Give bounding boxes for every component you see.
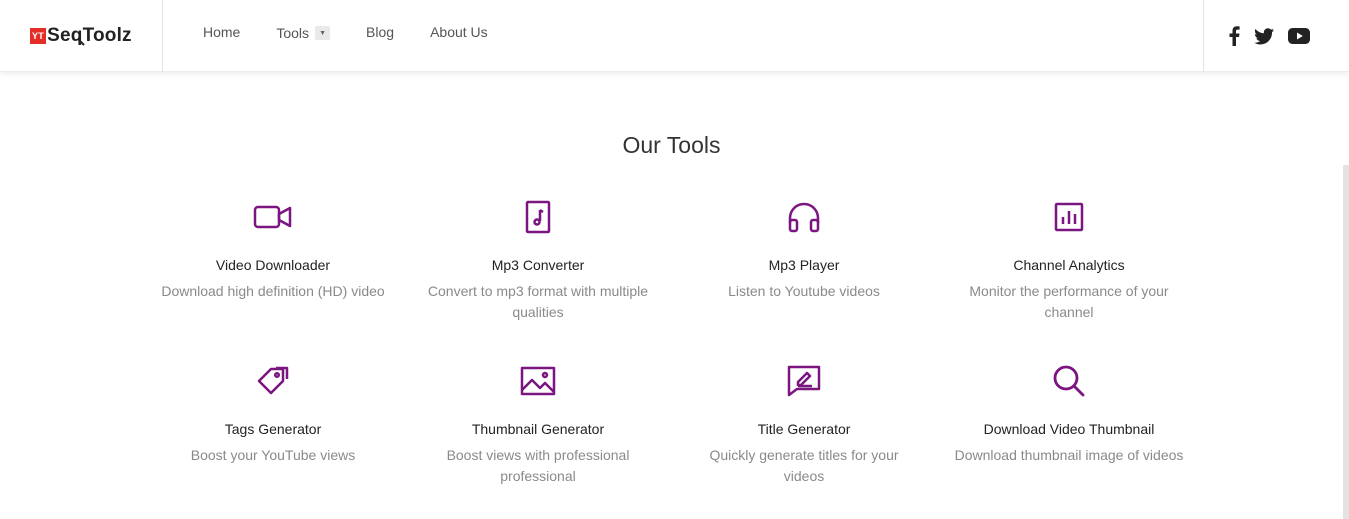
brand-logo[interactable]: YT Seq Toolz bbox=[0, 0, 163, 72]
tool-name: Tags Generator bbox=[224, 421, 322, 437]
search-icon bbox=[954, 363, 1184, 399]
nav-tools-label: Tools bbox=[276, 25, 310, 41]
brand-name-end: Toolz bbox=[82, 25, 132, 46]
brand-name: Seq Toolz bbox=[47, 25, 132, 47]
tool-card-tags-generator[interactable]: Tags Generator Boost your YouTube views bbox=[158, 363, 388, 466]
image-icon bbox=[423, 363, 653, 399]
tool-desc: Quickly generate titles for your videos bbox=[709, 447, 899, 484]
magnifier-icon bbox=[77, 38, 85, 46]
brand-name-q: q bbox=[71, 25, 85, 47]
nav-about[interactable]: About Us bbox=[430, 0, 488, 72]
tool-name: Thumbnail Generator bbox=[471, 421, 605, 437]
tool-card-video-downloader[interactable]: Video Downloader Download high definitio… bbox=[158, 199, 388, 302]
nav-blog[interactable]: Blog bbox=[366, 0, 394, 72]
tool-desc: Boost views with professional profession… bbox=[446, 447, 630, 484]
video-camera-icon bbox=[158, 199, 388, 235]
headphones-icon bbox=[689, 199, 919, 235]
nav-home[interactable]: Home bbox=[203, 0, 240, 72]
twitter-icon[interactable] bbox=[1254, 27, 1274, 45]
tool-desc: Listen to Youtube videos bbox=[728, 283, 880, 299]
tags-icon bbox=[158, 363, 388, 399]
tool-desc: Download high definition (HD) video bbox=[161, 283, 385, 299]
tool-card-download-video-thumbnail[interactable]: Download Video Thumbnail Download thumbn… bbox=[954, 363, 1184, 466]
tool-name: Video Downloader bbox=[215, 257, 331, 273]
brand-badge: YT bbox=[30, 28, 47, 44]
tool-name: Mp3 Player bbox=[768, 257, 840, 273]
tool-card-channel-analytics[interactable]: Channel Analytics Monitor the performanc… bbox=[954, 199, 1184, 323]
tool-desc: Download thumbnail image of videos bbox=[954, 447, 1184, 463]
tool-name: Title Generator bbox=[757, 421, 851, 437]
tool-name: Mp3 Converter bbox=[491, 257, 585, 273]
scrollbar-thumb[interactable] bbox=[1343, 165, 1349, 519]
tool-card-thumbnail-generator[interactable]: Thumbnail Generator Boost views with pro… bbox=[423, 363, 653, 487]
top-navbar: YT Seq Toolz Home Tools ▼ Blog About Us bbox=[0, 0, 1349, 72]
edit-message-icon bbox=[689, 363, 919, 399]
tool-card-title-generator[interactable]: Title Generator Quickly generate titles … bbox=[689, 363, 919, 487]
music-file-icon bbox=[423, 199, 653, 235]
tool-card-mp3-player[interactable]: Mp3 Player Listen to Youtube videos bbox=[689, 199, 919, 302]
main-menu: Home Tools ▼ Blog About Us bbox=[203, 0, 524, 72]
tool-desc: Convert to mp3 format with multiple qual… bbox=[427, 283, 649, 320]
tool-card-mp3-converter[interactable]: Mp3 Converter Convert to mp3 format with… bbox=[423, 199, 653, 323]
brand-name-start: Se bbox=[47, 25, 71, 46]
bar-chart-icon bbox=[954, 199, 1184, 235]
facebook-icon[interactable] bbox=[1228, 26, 1240, 46]
tool-name: Download Video Thumbnail bbox=[983, 421, 1155, 437]
tool-name: Channel Analytics bbox=[1013, 257, 1125, 273]
tool-desc: Boost your YouTube views bbox=[190, 447, 356, 463]
section-title: Our Tools bbox=[622, 132, 721, 158]
tool-desc: Monitor the performance of your channel bbox=[969, 283, 1169, 320]
youtube-icon[interactable] bbox=[1288, 28, 1310, 44]
chevron-down-icon[interactable]: ▼ bbox=[315, 26, 331, 40]
nav-tools[interactable]: Tools ▼ bbox=[276, 0, 331, 42]
social-links bbox=[1203, 0, 1349, 72]
